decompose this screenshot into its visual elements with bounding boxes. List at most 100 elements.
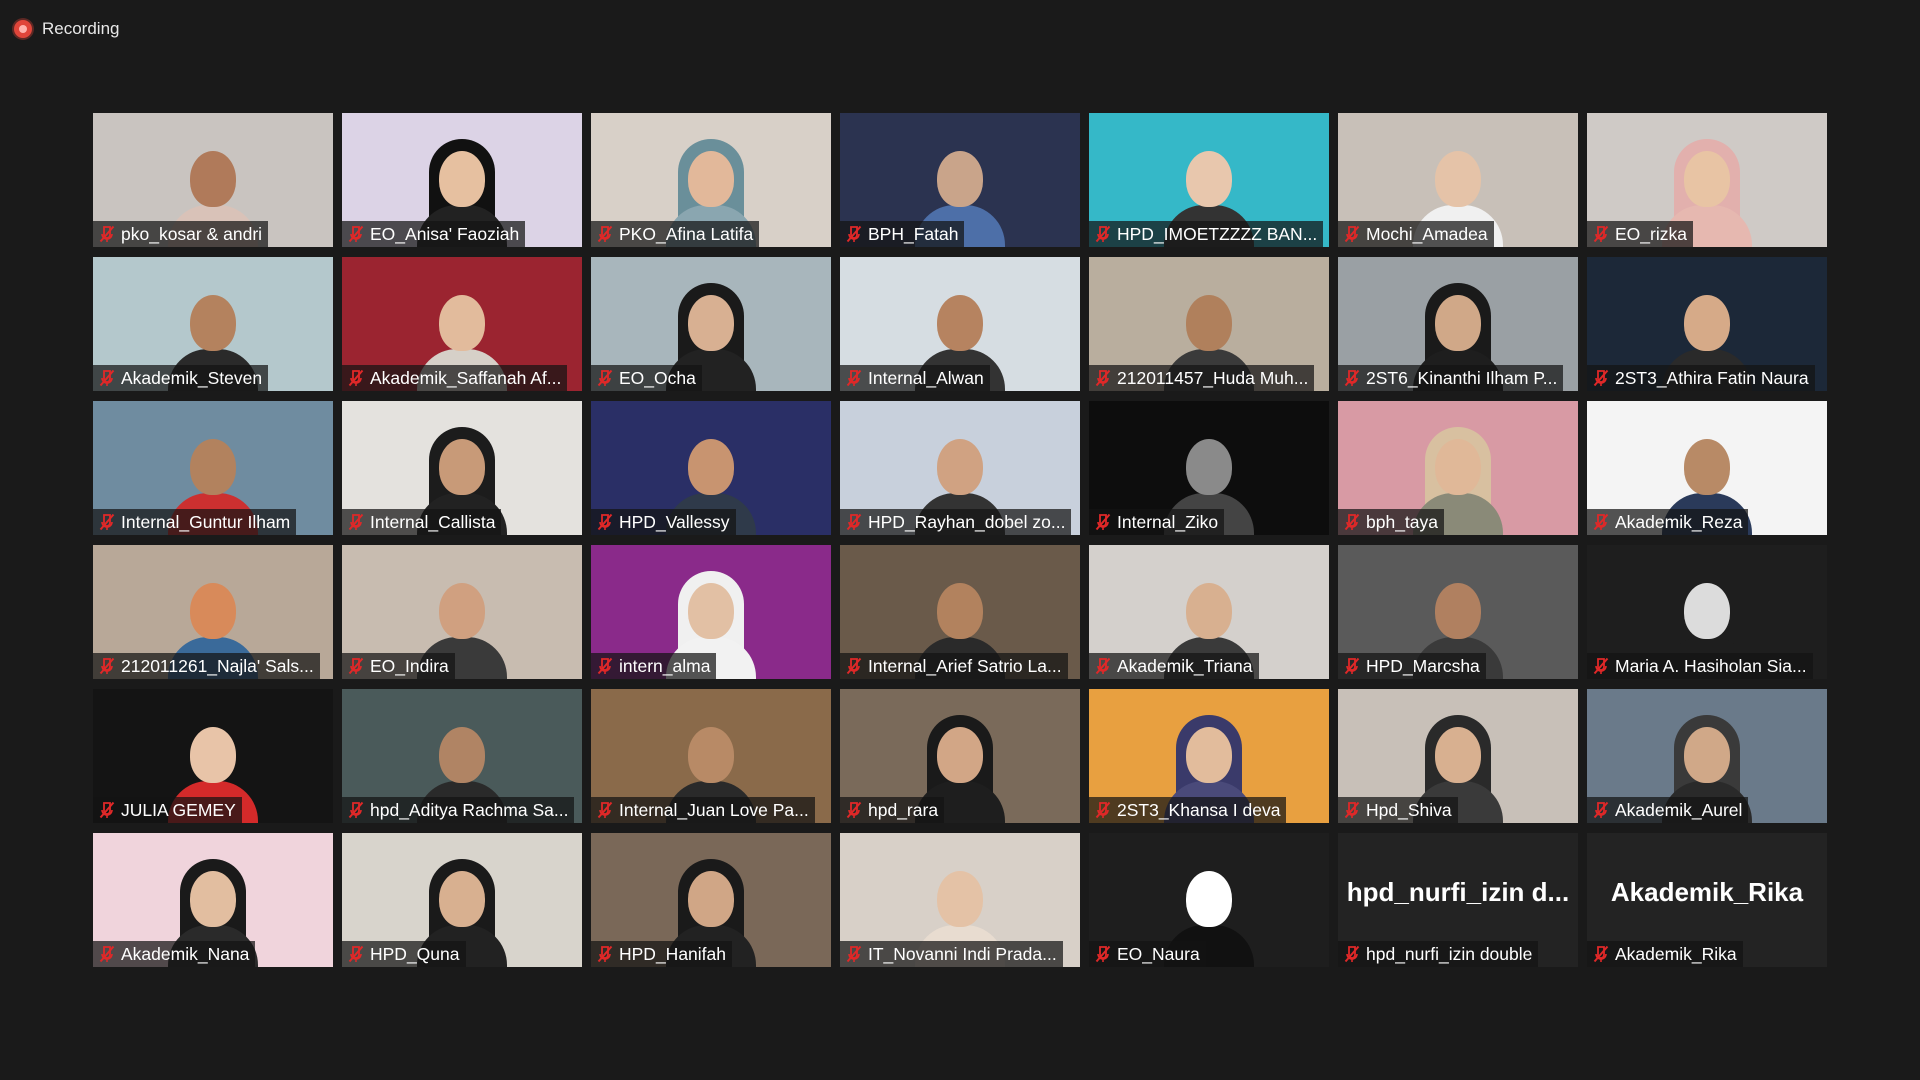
participant-name-label: HPD_IMOETZZZZ BAN... bbox=[1089, 221, 1324, 247]
participant-name: 2ST3_Athira Fatin Naura bbox=[1615, 367, 1809, 388]
participant-name-label: 212011261_Najla' Sals... bbox=[93, 653, 320, 679]
participant-name-label: Akademik_Nana bbox=[93, 941, 256, 967]
microphone-muted-icon bbox=[1344, 657, 1360, 675]
participant-tile[interactable]: HPD_Quna bbox=[342, 833, 582, 967]
participant-name: 212011261_Najla' Sals... bbox=[121, 655, 314, 676]
participant-tile[interactable]: HPD_IMOETZZZZ BAN... bbox=[1089, 113, 1329, 247]
participant-name-label: HPD_Marcsha bbox=[1338, 653, 1486, 679]
participant-name: Internal_Alwan bbox=[868, 367, 984, 388]
microphone-muted-icon bbox=[1095, 225, 1111, 243]
participant-name: HPD_Marcsha bbox=[1366, 655, 1480, 676]
participant-tile[interactable]: BPH_Fatah bbox=[840, 113, 1080, 247]
participant-tile[interactable]: Akademik_Nana bbox=[93, 833, 333, 967]
participant-tile[interactable]: hpd_nurfi_izin d... hpd_nurfi_izin double bbox=[1338, 833, 1578, 967]
participant-name: 2ST3_Khansa I deva bbox=[1117, 799, 1281, 820]
participant-tile[interactable]: Akademik_Rika Akademik_Rika bbox=[1587, 833, 1827, 967]
participant-tile[interactable]: Akademik_Aurel bbox=[1587, 689, 1827, 823]
participant-tile[interactable]: Internal_Ziko bbox=[1089, 401, 1329, 535]
participant-tile[interactable]: HPD_Marcsha bbox=[1338, 545, 1578, 679]
participant-tile[interactable]: PKO_Afina Latifa bbox=[591, 113, 831, 247]
participant-tile[interactable]: Internal_Juan Love Pa... bbox=[591, 689, 831, 823]
participant-tile[interactable]: Akademik_Reza bbox=[1587, 401, 1827, 535]
participant-tile[interactable]: EO_Naura bbox=[1089, 833, 1329, 967]
participant-tile[interactable]: 212011457_Huda Muh... bbox=[1089, 257, 1329, 391]
participant-tile[interactable]: pko_kosar & andri bbox=[93, 113, 333, 247]
participant-tile[interactable]: HPD_Hanifah bbox=[591, 833, 831, 967]
participant-name-label: Internal_Alwan bbox=[840, 365, 990, 391]
participant-name-label: hpd_nurfi_izin double bbox=[1338, 941, 1539, 967]
participant-name-label: HPD_Quna bbox=[342, 941, 466, 967]
participant-tile[interactable]: hpd_Aditya Rachma Sa... bbox=[342, 689, 582, 823]
microphone-muted-icon bbox=[99, 945, 115, 963]
participant-name: intern_alma bbox=[619, 655, 711, 676]
participant-tile[interactable]: Internal_Callista bbox=[342, 401, 582, 535]
participant-name-label: Internal_Guntur Ilham bbox=[93, 509, 297, 535]
microphone-muted-icon bbox=[597, 513, 613, 531]
participant-name: JULIA GEMEY bbox=[121, 799, 236, 820]
participant-tile[interactable]: bph_taya bbox=[1338, 401, 1578, 535]
participant-name: Internal_Guntur Ilham bbox=[121, 511, 291, 532]
participant-name-label: Akademik_Steven bbox=[93, 365, 269, 391]
participant-tile[interactable]: EO_Ocha bbox=[591, 257, 831, 391]
participant-name: Akademik_Steven bbox=[121, 367, 263, 388]
participant-tile[interactable]: HPD_Vallessy bbox=[591, 401, 831, 535]
microphone-muted-icon bbox=[597, 369, 613, 387]
participant-name: 212011457_Huda Muh... bbox=[1117, 367, 1309, 388]
participant-tile[interactable]: Mochi_Amadea bbox=[1338, 113, 1578, 247]
microphone-muted-icon bbox=[846, 369, 862, 387]
participant-tile[interactable]: EO_Anisa' Faoziah bbox=[342, 113, 582, 247]
participant-tile[interactable]: HPD_Rayhan_dobel zo... bbox=[840, 401, 1080, 535]
microphone-muted-icon bbox=[99, 657, 115, 675]
recording-label: Recording bbox=[42, 19, 120, 38]
participant-tile[interactable]: EO_Indira bbox=[342, 545, 582, 679]
gallery-view: pko_kosar & andri EO_Anisa' Faoziah PKO_Af… bbox=[93, 113, 1829, 969]
participant-name-label: Akademik_Rika bbox=[1587, 941, 1743, 967]
participant-name: hpd_Aditya Rachma Sa... bbox=[370, 799, 569, 820]
microphone-muted-icon bbox=[597, 801, 613, 819]
participant-name: 2ST6_Kinanthi Ilham P... bbox=[1366, 367, 1558, 388]
participant-tile[interactable]: Akademik_Steven bbox=[93, 257, 333, 391]
participant-tile[interactable]: Akademik_Triana bbox=[1089, 545, 1329, 679]
participant-name-label: Internal_Juan Love Pa... bbox=[591, 797, 815, 823]
participant-name: IT_Novanni Indi Prada... bbox=[868, 943, 1057, 964]
participant-name: EO_Anisa' Faoziah bbox=[370, 223, 520, 244]
microphone-muted-icon bbox=[597, 945, 613, 963]
microphone-muted-icon bbox=[1593, 945, 1609, 963]
participant-tile[interactable]: JULIA GEMEY bbox=[93, 689, 333, 823]
participant-name: bph_taya bbox=[1366, 511, 1439, 532]
participant-tile[interactable]: 2ST3_Khansa I deva bbox=[1089, 689, 1329, 823]
participant-tile[interactable]: hpd_rara bbox=[840, 689, 1080, 823]
participant-name: HPD_Hanifah bbox=[619, 943, 726, 964]
participant-name: Akademik_Triana bbox=[1117, 655, 1253, 676]
participant-name: Akademik_Saffanah Af... bbox=[370, 367, 562, 388]
participant-tile[interactable]: Internal_Guntur Ilham bbox=[93, 401, 333, 535]
participant-name-label: 2ST3_Khansa I deva bbox=[1089, 797, 1287, 823]
microphone-muted-icon bbox=[1344, 801, 1360, 819]
participant-name-label: Akademik_Aurel bbox=[1587, 797, 1749, 823]
participant-tile[interactable]: 2ST3_Athira Fatin Naura bbox=[1587, 257, 1827, 391]
participant-tile[interactable]: IT_Novanni Indi Prada... bbox=[840, 833, 1080, 967]
participant-tile[interactable]: EO_rizka bbox=[1587, 113, 1827, 247]
participant-name-label: bph_taya bbox=[1338, 509, 1445, 535]
participant-tile[interactable]: Internal_Alwan bbox=[840, 257, 1080, 391]
participant-name: hpd_rara bbox=[868, 799, 939, 820]
participant-tile[interactable]: intern_alma bbox=[591, 545, 831, 679]
participant-tile[interactable]: 212011261_Najla' Sals... bbox=[93, 545, 333, 679]
participant-tile[interactable]: Internal_Arief Satrio La... bbox=[840, 545, 1080, 679]
participant-name-label: PKO_Afina Latifa bbox=[591, 221, 760, 247]
microphone-muted-icon bbox=[348, 945, 364, 963]
participant-tile[interactable]: 2ST6_Kinanthi Ilham P... bbox=[1338, 257, 1578, 391]
participant-name-label: hpd_rara bbox=[840, 797, 945, 823]
participant-name-label: 212011457_Huda Muh... bbox=[1089, 365, 1315, 391]
participant-name: HPD_Vallessy bbox=[619, 511, 730, 532]
participant-name-label: EO_Naura bbox=[1089, 941, 1206, 967]
participant-tile[interactable]: Hpd_Shiva bbox=[1338, 689, 1578, 823]
participant-name-label: Akademik_Triana bbox=[1089, 653, 1259, 679]
microphone-muted-icon bbox=[1593, 225, 1609, 243]
microphone-muted-icon bbox=[846, 513, 862, 531]
participant-tile[interactable]: Akademik_Saffanah Af... bbox=[342, 257, 582, 391]
participant-name: Akademik_Nana bbox=[121, 943, 250, 964]
participant-tile[interactable]: Maria A. Hasiholan Sia... bbox=[1587, 545, 1827, 679]
microphone-muted-icon bbox=[1095, 801, 1111, 819]
participant-name-label: Mochi_Amadea bbox=[1338, 221, 1494, 247]
